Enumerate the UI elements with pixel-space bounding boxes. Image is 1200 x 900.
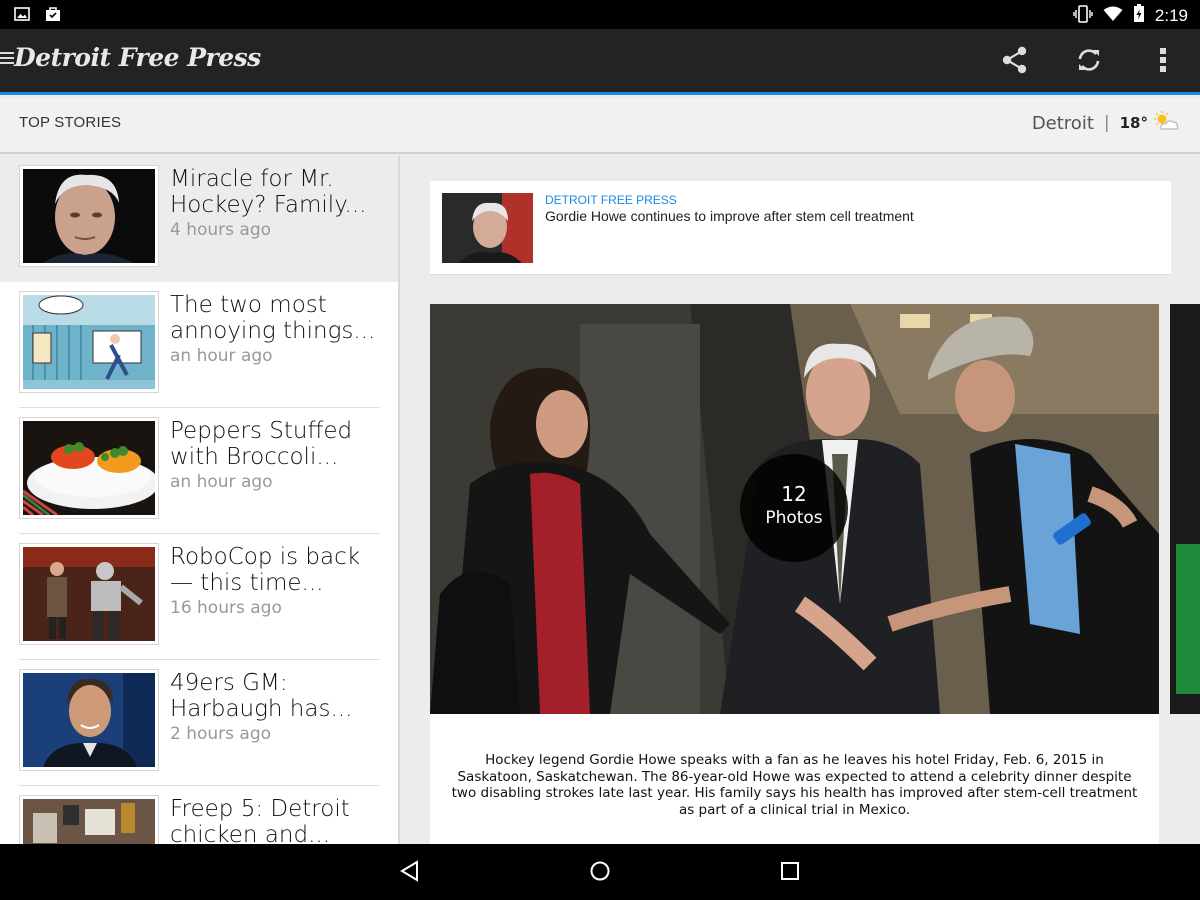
story-item[interactable]: The two most annoying things... an hour …: [0, 282, 398, 408]
recents-icon: [779, 860, 801, 886]
vibrate-icon: [1073, 4, 1093, 27]
story-list[interactable]: Miracle for Mr. Hockey? Family... 4 hour…: [0, 156, 400, 844]
app-logo: Detroit Free Press: [14, 43, 261, 72]
story-headline: The two most annoying things...: [170, 292, 376, 344]
story-thumbnail: [19, 165, 159, 267]
story-time: an hour ago: [170, 346, 273, 366]
story-item[interactable]: 49ers GM: Harbaugh has... 2 hours ago: [0, 660, 398, 786]
article-detail[interactable]: DETROIT FREE PRESS Gordie Howe continues…: [402, 156, 1200, 844]
story-thumbnail: [19, 795, 159, 844]
overflow-menu-button[interactable]: [1126, 29, 1200, 95]
story-item[interactable]: Miracle for Mr. Hockey? Family... 4 hour…: [0, 156, 398, 282]
story-headline: 49ers GM: Harbaugh has...: [170, 670, 353, 722]
story-headline: Freep 5: Detroit chicken and...: [170, 796, 350, 844]
story-time: 16 hours ago: [170, 598, 282, 618]
wifi-icon: [1103, 6, 1123, 26]
story-headline: Miracle for Mr. Hockey? Family...: [170, 166, 367, 218]
more-vert-icon: [1159, 47, 1167, 77]
photo-count-label: Photos: [765, 508, 823, 528]
related-article-source: DETROIT FREE PRESS: [545, 193, 677, 207]
story-thumbnail: [19, 543, 159, 645]
story-time: 4 hours ago: [170, 220, 272, 240]
gallery-photo[interactable]: 12 Photos: [430, 304, 1159, 714]
weather-temp: 18°: [1119, 114, 1148, 132]
story-item[interactable]: Peppers Stuffed with Broccoli... an hour…: [0, 408, 398, 534]
home-button[interactable]: [585, 858, 615, 888]
story-time: 2 hours ago: [170, 724, 272, 744]
status-time: 2:19: [1154, 5, 1188, 25]
recents-button[interactable]: [775, 858, 805, 888]
related-article-card[interactable]: DETROIT FREE PRESS Gordie Howe continues…: [430, 181, 1171, 275]
story-thumbnail: [19, 291, 159, 393]
weather-widget[interactable]: Detroit | 18°: [1032, 110, 1180, 136]
photo-count-number: 12: [781, 482, 807, 506]
story-item[interactable]: Freep 5: Detroit chicken and...: [0, 786, 398, 844]
related-article-thumbnail: [442, 193, 533, 263]
battery-icon: [1133, 4, 1145, 27]
story-item[interactable]: RoboCop is back — this time... 16 hours …: [0, 534, 398, 660]
weather-separator: |: [1103, 113, 1110, 133]
status-bar: 2:19: [0, 0, 1200, 29]
section-header: TOP STORIES Detroit | 18°: [0, 98, 1200, 154]
story-thumbnail: [19, 417, 159, 519]
home-icon: [589, 860, 611, 886]
photo-caption: Hockey legend Gordie Howe speaks with a …: [451, 752, 1138, 818]
section-title: TOP STORIES: [19, 114, 122, 131]
partly-cloudy-icon: [1152, 110, 1180, 136]
photo-count-badge[interactable]: 12 Photos: [740, 454, 848, 562]
hamburger-icon: [0, 50, 14, 66]
refresh-button[interactable]: [1052, 29, 1126, 95]
refresh-icon: [1075, 46, 1103, 78]
back-icon: [399, 860, 421, 886]
share-icon: [1001, 45, 1029, 79]
next-photo-card-peek[interactable]: [1170, 304, 1200, 714]
nav-drawer-toggle[interactable]: Detroit Free Press: [0, 43, 261, 72]
gallery-notification-icon: [14, 6, 30, 26]
app-bar: Detroit Free Press: [0, 29, 1200, 95]
photo-gallery-card[interactable]: 12 Photos Hockey legend Gordie Howe spea…: [430, 304, 1159, 844]
back-button[interactable]: [395, 858, 425, 888]
screen: 2:19 Detroit Free Press TOP STORIES Detr…: [0, 0, 1200, 900]
weather-city: Detroit: [1031, 112, 1094, 134]
store-notification-icon: [44, 6, 62, 26]
story-headline: Peppers Stuffed with Broccoli...: [170, 418, 353, 470]
system-nav-bar: [0, 844, 1200, 900]
share-button[interactable]: [978, 29, 1052, 95]
story-headline: RoboCop is back — this time...: [170, 544, 361, 596]
related-article-title: Gordie Howe continues to improve after s…: [545, 208, 914, 224]
story-thumbnail: [19, 669, 159, 771]
story-time: an hour ago: [170, 472, 273, 492]
